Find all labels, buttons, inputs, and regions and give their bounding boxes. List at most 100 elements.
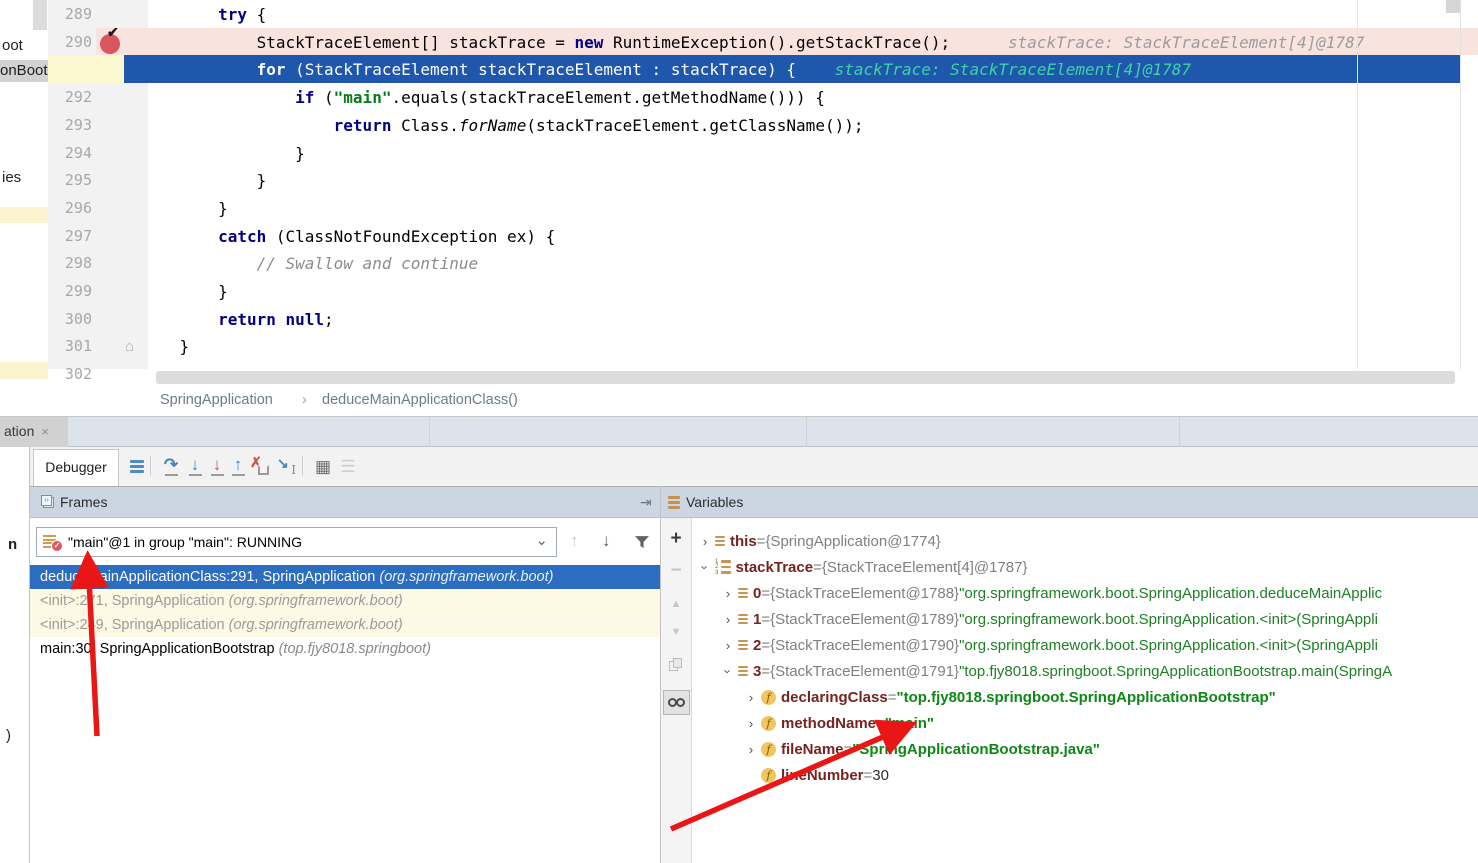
variable-row[interactable]: ›123stackTrace = {StackTraceElement[4]@1… (692, 554, 1478, 580)
chevron-collapsed-icon[interactable]: › (721, 612, 735, 627)
line-number[interactable]: 296 (48, 195, 92, 223)
frame-row[interactable]: main:30, SpringApplicationBootstrap (top… (30, 637, 660, 661)
line-number[interactable]: 289 (48, 1, 92, 29)
code-editor[interactable]: oot onBoot ies 3023013002992982972962952… (0, 0, 1478, 386)
line-number[interactable]: 301 (48, 333, 92, 361)
fold-marker-icon[interactable]: ⌂ (125, 338, 134, 355)
variable-row[interactable]: ›this = {SpringApplication@1774} (692, 528, 1478, 554)
editor-vertical-scrollbar[interactable] (1446, 0, 1460, 13)
project-item-partial[interactable]: ies (2, 169, 21, 186)
tab-debugger[interactable]: Debugger (33, 449, 119, 486)
chevron-down-icon[interactable]: ⌄ (535, 531, 548, 549)
variable-reference: {StackTraceElement[4]@1787} (822, 559, 1028, 576)
code-line[interactable]: } (141, 140, 305, 168)
line-number[interactable]: 295 (48, 167, 92, 195)
line-number[interactable]: 300 (48, 306, 92, 334)
pin-icon[interactable]: ⇥ (640, 494, 652, 511)
variable-name: 2 (753, 637, 761, 654)
code-line[interactable]: // Swallow and continue (141, 250, 478, 278)
chevron-collapsed-icon[interactable]: › (744, 742, 758, 757)
line-number[interactable]: 290 (48, 29, 92, 57)
chevron-collapsed-icon[interactable]: › (721, 586, 735, 601)
chevron-collapsed-icon[interactable]: › (744, 716, 758, 731)
chevron-collapsed-icon[interactable]: › (721, 638, 735, 653)
code-line[interactable]: } (141, 195, 228, 223)
step-over-button[interactable]: ↷ (160, 454, 182, 478)
chevron-collapsed-icon[interactable]: › (698, 534, 712, 549)
code-line[interactable]: return null; (141, 306, 334, 334)
project-highlight-row (0, 362, 48, 379)
code-token: (ClassNotFoundException ex) { (266, 227, 555, 246)
variable-row[interactable]: ›2 = {StackTraceElement@1790} "org.sprin… (692, 632, 1478, 658)
code-line[interactable]: } (141, 167, 266, 195)
prev-frame-button[interactable]: ↑ (570, 531, 579, 551)
project-item-partial[interactable]: oot (2, 37, 23, 54)
frame-location: main:30, SpringApplicationBootstrap (40, 641, 279, 657)
add-watch-button[interactable]: + (661, 528, 691, 550)
code-line[interactable]: StackTraceElement[] stackTrace = new Run… (141, 29, 1364, 57)
variable-name: fileName (781, 741, 844, 758)
frame-row[interactable]: deduceMainApplicationClass:291, SpringAp… (30, 565, 660, 589)
run-to-cursor-button[interactable]: ↘I (276, 454, 298, 478)
equals-sign: = (761, 637, 770, 654)
line-number[interactable]: 292 (48, 84, 92, 112)
variable-name: 0 (753, 585, 761, 602)
filter-frames-button[interactable] (634, 534, 650, 555)
chevron-expanded-icon[interactable]: › (698, 560, 713, 574)
line-number[interactable]: 299 (48, 278, 92, 306)
toolwindow-tab[interactable]: ation× (0, 417, 68, 447)
variable-row[interactable]: ›fdeclaringClass = "top.fjy8018.springbo… (692, 684, 1478, 710)
code-line[interactable]: try { (141, 1, 266, 29)
variable-row[interactable]: ›ffileName = "SpringApplicationBootstrap… (692, 736, 1478, 762)
variable-row[interactable]: ›0 = {StackTraceElement@1788} "org.sprin… (692, 580, 1478, 606)
show-watches-button[interactable] (663, 690, 690, 715)
move-watch-down-button[interactable]: ▼ (661, 626, 691, 638)
step-into-button[interactable]: ↓ (184, 454, 206, 478)
variable-row[interactable]: ›fmethodName = "main" (692, 710, 1478, 736)
variable-row[interactable]: flineNumber = 30 (692, 762, 1478, 788)
frame-row[interactable]: <init>:271, SpringApplication (org.sprin… (30, 589, 660, 613)
next-frame-button[interactable]: ↓ (602, 531, 611, 551)
line-number[interactable]: 297 (48, 223, 92, 251)
variable-row[interactable]: ›1 = {StackTraceElement@1789} "org.sprin… (692, 606, 1478, 632)
mute-settings-button[interactable]: ☰ (337, 454, 359, 478)
move-watch-up-button[interactable]: ▲ (661, 598, 691, 610)
line-number[interactable]: 293 (48, 112, 92, 140)
code-token: // Swallow and continue (257, 254, 479, 273)
step-out-button[interactable]: ↑ (227, 454, 249, 478)
code-line[interactable]: } (141, 278, 228, 306)
breadcrumb-method[interactable]: deduceMainApplicationClass() (322, 392, 518, 408)
drop-frame-button[interactable]: ✗ (249, 454, 271, 478)
frame-package: (org.springframework.boot) (229, 617, 403, 633)
code-token: stackTrace: StackTraceElement[4]@1787 (835, 60, 1191, 79)
force-step-into-icon: ↓ (213, 456, 222, 473)
breadcrumb-class[interactable]: SpringApplication (160, 392, 273, 408)
code-line[interactable]: for (StackTraceElement stackTraceElement… (141, 56, 1191, 84)
close-icon[interactable]: × (41, 424, 49, 439)
line-number[interactable]: 294 (48, 140, 92, 168)
project-item-partial[interactable]: onBoot (0, 62, 48, 79)
chevron-expanded-icon[interactable]: › (721, 664, 736, 678)
line-number[interactable]: 298 (48, 250, 92, 278)
code-token: } (141, 199, 228, 218)
breakpoint-icon[interactable]: ✔ (100, 32, 121, 53)
code-line[interactable]: catch (ClassNotFoundException ex) { (141, 223, 555, 251)
remove-watch-button[interactable]: − (661, 560, 691, 582)
show-execution-point-button[interactable] (126, 454, 148, 478)
thread-selector[interactable]: ✓ "main"@1 in group "main": RUNNING ⌄ (36, 527, 557, 557)
editor-horizontal-scrollbar[interactable] (156, 371, 1455, 384)
variable-string-value: "org.springframework.boot.SpringApplicat… (959, 611, 1378, 628)
evaluate-expression-button[interactable]: ▦ (312, 454, 334, 478)
chevron-collapsed-icon[interactable]: › (744, 690, 758, 705)
line-number[interactable]: 302 (48, 361, 92, 386)
force-step-into-button[interactable]: ↓ (206, 454, 228, 478)
frames-icon: ‹› (41, 495, 55, 509)
project-scrollbar-thumb[interactable] (33, 0, 47, 30)
variable-row[interactable]: ›3 = {StackTraceElement@1791} "top.fjy80… (692, 658, 1478, 684)
breakpoint-verified-check: ✔ (107, 24, 119, 41)
duplicate-watch-button[interactable] (661, 658, 691, 672)
code-line[interactable]: if ("main".equals(stackTraceElement.getM… (141, 84, 825, 112)
code-line[interactable]: } (141, 333, 189, 361)
frame-row[interactable]: <init>:249, SpringApplication (org.sprin… (30, 613, 660, 637)
code-line[interactable]: return Class.forName(stackTraceElement.g… (141, 112, 863, 140)
